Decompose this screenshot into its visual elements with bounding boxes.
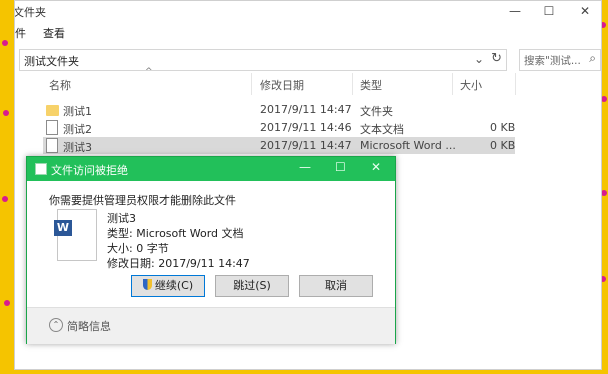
column-divider[interactable] [251, 73, 252, 95]
sort-ascending-icon: ^ [145, 67, 153, 77]
file-info-type: 类型: Microsoft Word 文档 [107, 227, 244, 240]
file-modified: 2017/9/11 14:47 [260, 103, 352, 116]
column-header-size[interactable]: 大小 [460, 77, 482, 97]
tab-file[interactable]: 件 [15, 25, 26, 41]
decor-dot [2, 196, 8, 202]
collapse-chevron-icon[interactable]: ⌃ [49, 318, 63, 332]
file-type: 文件夹 [360, 105, 393, 118]
dialog-title: 文件访问被拒绝 [51, 164, 128, 177]
column-header-type[interactable]: 类型 [360, 77, 382, 97]
search-placeholder: 搜索"测试... [524, 55, 581, 67]
file-name: 测试2 [63, 123, 92, 136]
dialog-minimize-button[interactable]: — [299, 160, 311, 174]
column-divider[interactable] [352, 73, 353, 95]
column-divider[interactable] [452, 73, 453, 95]
decor-dot [2, 40, 8, 46]
close-button[interactable]: ✕ [571, 2, 599, 20]
dialog-message: 你需要提供管理员权限才能删除此文件 [49, 194, 236, 207]
file-row-selected[interactable]: 测试3 2017/9/11 14:47 Microsoft Word ... 0… [43, 137, 515, 154]
maximize-button[interactable]: ☐ [535, 2, 563, 20]
explorer-titlebar: 文件夹 — ☐ ✕ [15, 1, 601, 21]
search-icon[interactable]: ⌕ [589, 51, 596, 66]
dialog-close-button[interactable]: ✕ [371, 160, 381, 174]
dialog-maximize-button[interactable]: ☐ [335, 160, 346, 174]
skip-button[interactable]: 跳过(S) [215, 275, 289, 297]
details-toggle[interactable]: 简略信息 [67, 318, 111, 334]
continue-label: 继续(C) [154, 279, 194, 292]
dialog-app-icon [35, 163, 47, 175]
file-type: Microsoft Word ... [360, 139, 456, 152]
column-header-modified[interactable]: 修改日期 [260, 77, 304, 97]
continue-button[interactable]: 继续(C) [131, 275, 205, 297]
window-title: 文件夹 [14, 6, 46, 19]
word-file-icon: W [54, 209, 97, 261]
dialog-titlebar: 文件访问被拒绝 — ☐ ✕ [27, 157, 395, 181]
address-bar[interactable]: 测试文件夹 ⌄ ↻ [19, 49, 507, 71]
decor-dot [4, 300, 10, 306]
folder-icon [46, 105, 59, 116]
file-modified: 2017/9/11 14:47 [260, 139, 352, 152]
file-size: 0 KB [490, 139, 516, 152]
word-document-icon [46, 138, 58, 153]
chevron-down-icon[interactable]: ⌄ [474, 52, 484, 66]
file-info-modified: 修改日期: 2017/9/11 14:47 [107, 257, 250, 270]
ribbon: 件 查看 [15, 23, 601, 41]
word-logo-icon: W [54, 220, 72, 236]
uac-shield-icon [142, 279, 152, 290]
cancel-button[interactable]: 取消 [299, 275, 373, 297]
file-info-size: 大小: 0 字节 [107, 242, 169, 255]
file-info-name: 测试3 [107, 212, 136, 225]
column-divider[interactable] [515, 73, 516, 95]
search-box[interactable]: 搜索"测试... ⌕ [519, 49, 601, 71]
file-name: 测试3 [63, 141, 92, 154]
dialog-footer: ⌃ 简略信息 [27, 307, 395, 344]
file-size: 0 KB [490, 121, 516, 134]
tab-view[interactable]: 查看 [43, 25, 65, 41]
column-header-name[interactable]: 名称 [49, 77, 71, 97]
file-row[interactable]: 测试1 2017/9/11 14:47 文件夹 [43, 101, 515, 118]
access-denied-dialog: 文件访问被拒绝 — ☐ ✕ 你需要提供管理员权限才能删除此文件 W 测试3 类型… [26, 156, 396, 344]
address-path[interactable]: 测试文件夹 [24, 53, 79, 69]
minimize-button[interactable]: — [501, 2, 529, 20]
refresh-icon[interactable]: ↻ [491, 51, 502, 66]
file-type: 文本文档 [360, 123, 404, 136]
file-row[interactable]: 测试2 2017/9/11 14:46 文本文档 0 KB [43, 119, 515, 136]
text-document-icon [46, 120, 58, 135]
decor-dot [3, 110, 9, 116]
file-modified: 2017/9/11 14:46 [260, 121, 352, 134]
file-name: 测试1 [63, 105, 92, 118]
